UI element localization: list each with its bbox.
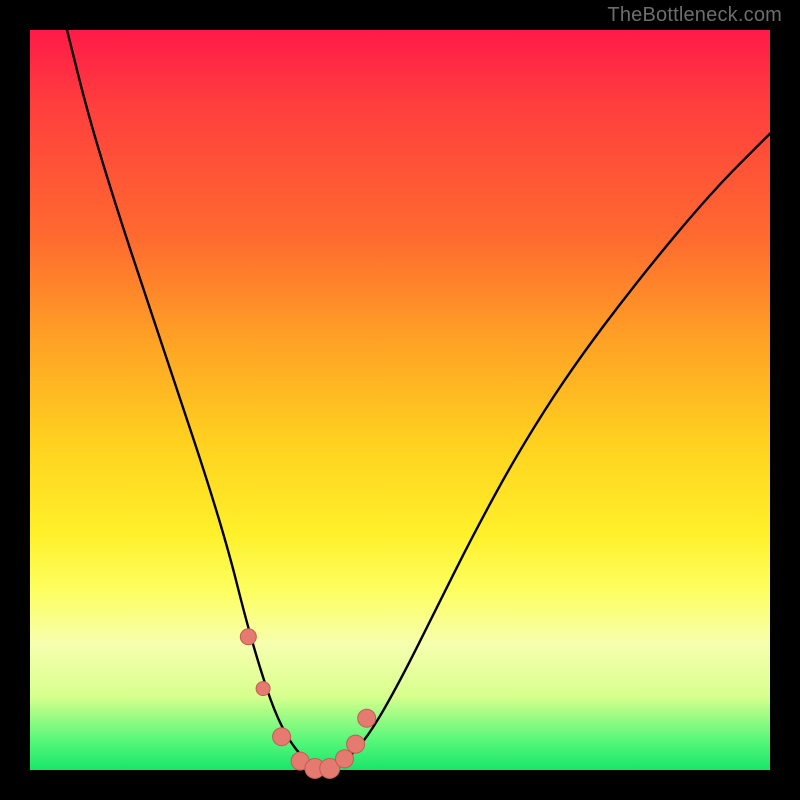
watermark-text: TheBottleneck.com	[607, 4, 782, 27]
marker-dot	[240, 629, 256, 645]
marker-dot	[273, 728, 291, 746]
outer-frame: TheBottleneck.com	[0, 0, 800, 800]
plot-area	[30, 30, 770, 770]
marker-dot	[347, 735, 365, 753]
marker-dot	[256, 682, 270, 696]
chart-svg	[30, 30, 770, 770]
marker-dot	[336, 750, 354, 768]
bottleneck-curve	[67, 30, 770, 768]
curve-markers	[240, 629, 375, 779]
marker-dot	[358, 709, 376, 727]
